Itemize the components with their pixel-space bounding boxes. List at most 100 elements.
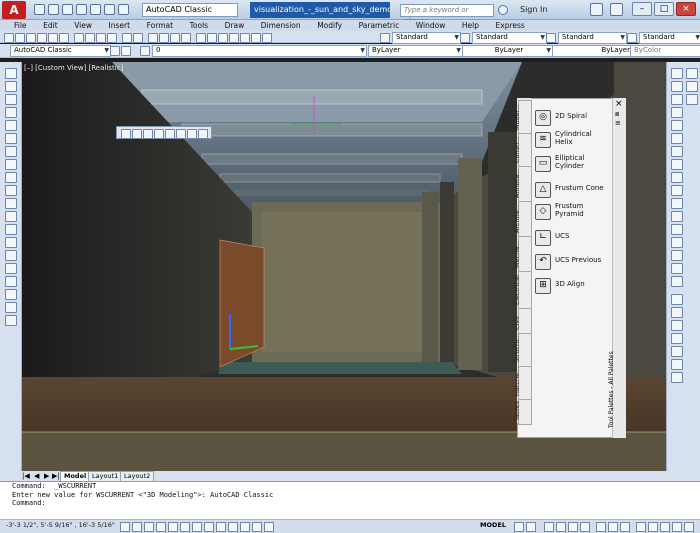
menu-window[interactable]: Window	[416, 20, 446, 31]
pan-icon[interactable]	[544, 522, 554, 532]
design-center-icon[interactable]	[207, 33, 217, 43]
walk-icon[interactable]	[187, 129, 197, 139]
save-icon[interactable]	[26, 33, 36, 43]
menu-file[interactable]: File	[14, 20, 27, 31]
search-icon[interactable]	[498, 5, 508, 15]
paste-icon[interactable]	[96, 33, 106, 43]
menu-format[interactable]: Format	[147, 20, 173, 31]
3d-osnap-icon[interactable]	[180, 522, 190, 532]
group-icon[interactable]	[686, 81, 698, 92]
lineweight-icon[interactable]	[228, 522, 238, 532]
dimension-linear-icon[interactable]	[671, 294, 683, 305]
add-selected-icon[interactable]	[5, 315, 17, 326]
zoom-realtime-icon[interactable]	[159, 33, 169, 43]
copy-object-icon[interactable]	[671, 81, 683, 92]
menu-tools[interactable]: Tools	[190, 20, 208, 31]
measure-icon[interactable]	[686, 94, 698, 105]
undo-icon[interactable]	[122, 33, 132, 43]
offset-icon[interactable]	[671, 107, 683, 118]
transparency-icon[interactable]	[240, 522, 250, 532]
help-icon[interactable]	[262, 33, 272, 43]
construction-line-icon[interactable]	[5, 81, 17, 92]
plotstyle-dropdown[interactable]: ByColor	[630, 45, 700, 57]
coordinates-readout[interactable]: -3'-3 1/2", 5'-5 9/16" , 16'-3 5/16"	[6, 521, 115, 529]
showmotion-icon[interactable]	[580, 522, 590, 532]
palette-item-ucs[interactable]: ∟ UCS	[535, 228, 607, 248]
grid-icon[interactable]	[132, 522, 142, 532]
redo-icon[interactable]	[133, 33, 143, 43]
workspace-save-icon[interactable]	[121, 46, 131, 56]
new-icon[interactable]	[34, 4, 45, 15]
application-menu-button[interactable]: A	[2, 1, 26, 19]
layer-dropdown[interactable]: 0 ▼	[152, 45, 367, 57]
chamfer-icon[interactable]	[671, 250, 683, 261]
selection-cycling-icon[interactable]	[264, 522, 274, 532]
dimension-aligned-icon[interactable]	[671, 307, 683, 318]
text-style-dropdown[interactable]: Standard ▼	[392, 32, 461, 44]
exchange-icon[interactable]	[590, 3, 603, 16]
clean-screen-icon[interactable]	[684, 522, 694, 532]
lock-icon[interactable]	[648, 522, 658, 532]
cut-icon[interactable]	[74, 33, 84, 43]
lineweight-dropdown[interactable]: ByLayer▼	[552, 45, 641, 57]
circle-icon[interactable]	[5, 146, 17, 157]
explode-icon[interactable]	[671, 276, 683, 287]
otrack-icon[interactable]	[192, 522, 202, 532]
minimize-button[interactable]: –	[632, 2, 652, 16]
quick-view-drawings-icon[interactable]	[526, 522, 536, 532]
palette-item-ucs-previous[interactable]: ↶ UCS Previous	[535, 252, 607, 272]
linetype-dropdown[interactable]: ByLayer ▼	[462, 45, 553, 57]
last-tab-icon[interactable]: ▶|	[52, 472, 60, 480]
publish-icon[interactable]	[59, 33, 69, 43]
zoom-icon[interactable]	[132, 129, 142, 139]
pan-icon[interactable]	[148, 33, 158, 43]
palette-item-2d-spiral[interactable]: ◎ 2D Spiral	[535, 108, 607, 128]
copy-icon[interactable]	[85, 33, 95, 43]
print-icon[interactable]	[90, 4, 101, 15]
menu-parametric[interactable]: Parametric	[359, 20, 400, 31]
dim-style-dropdown[interactable]: Standard ▼	[472, 32, 547, 44]
menu-view[interactable]: View	[74, 20, 92, 31]
quick-properties-icon[interactable]	[252, 522, 262, 532]
menu-modify[interactable]: Modify	[317, 20, 342, 31]
redo-icon[interactable]	[118, 4, 129, 15]
table-style-dropdown[interactable]: Standard ▼	[558, 32, 627, 44]
viewport-controls-label[interactable]: [–] [Custom View] [Realistic]	[24, 64, 123, 72]
tab-tables[interactable]: Tables	[513, 399, 532, 425]
ortho-icon[interactable]	[144, 522, 154, 532]
save-as-icon[interactable]	[76, 4, 87, 15]
break-at-point-icon[interactable]	[671, 211, 683, 222]
save-icon[interactable]	[62, 4, 73, 15]
array-icon[interactable]	[671, 120, 683, 131]
fly-icon[interactable]	[198, 129, 208, 139]
palette-item-frustum-cone[interactable]: △ Frustum Cone	[535, 180, 607, 200]
preview-icon[interactable]	[48, 33, 58, 43]
prev-tab-icon[interactable]: ◀	[34, 472, 39, 480]
join-icon[interactable]	[671, 237, 683, 248]
properties-menu-icon[interactable]: ≡	[615, 120, 621, 127]
dimension-continue-icon[interactable]	[671, 359, 683, 370]
qnew-icon[interactable]	[4, 33, 14, 43]
make-block-icon[interactable]	[5, 224, 17, 235]
quick-view-layouts-icon[interactable]	[514, 522, 524, 532]
stretch-icon[interactable]	[671, 172, 683, 183]
menu-insert[interactable]: Insert	[109, 20, 131, 31]
orbit-icon[interactable]	[143, 129, 153, 139]
arc-icon[interactable]	[5, 133, 17, 144]
undo-icon[interactable]	[104, 4, 115, 15]
help-icon[interactable]	[610, 3, 623, 16]
hardware-acceleration-icon[interactable]	[660, 522, 670, 532]
palette-title-strip[interactable]: × ⧈ ≡ Tool Palettes - All Palettes	[608, 98, 626, 438]
menu-express[interactable]: Express	[496, 20, 525, 31]
sign-in-button[interactable]: Sign In	[520, 3, 580, 17]
palette-item-frustum-pyramid[interactable]: ◇ Frustum Pyramid	[535, 202, 607, 222]
plot-icon[interactable]	[37, 33, 47, 43]
osnap-icon[interactable]	[168, 522, 178, 532]
model-space-toggle[interactable]: MODEL	[480, 521, 506, 529]
ellipse-icon[interactable]	[5, 185, 17, 196]
autohide-icon[interactable]: ⧈	[615, 111, 619, 118]
workspace-dropdown-2[interactable]: AutoCAD Classic ▼	[10, 45, 111, 57]
ellipse-arc-icon[interactable]	[5, 198, 17, 209]
tool-palettes-icon[interactable]	[218, 33, 228, 43]
dyn-icon[interactable]	[216, 522, 226, 532]
